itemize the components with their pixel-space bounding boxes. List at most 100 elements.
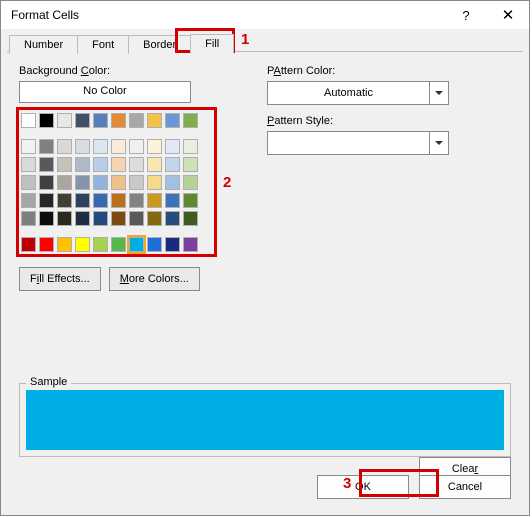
color-swatch[interactable] (165, 157, 180, 172)
color-swatch[interactable] (147, 139, 162, 154)
color-swatch[interactable] (183, 211, 198, 226)
help-button[interactable]: ? (445, 1, 487, 29)
no-color-button[interactable]: No Color (19, 81, 191, 103)
sample-groupbox: Sample (19, 383, 511, 457)
more-colors-button[interactable]: More Colors... (109, 267, 200, 291)
color-swatch[interactable] (75, 175, 90, 190)
color-swatch[interactable] (183, 157, 198, 172)
color-swatch[interactable] (57, 113, 72, 128)
chevron-down-icon (429, 82, 448, 104)
color-swatch[interactable] (93, 237, 108, 252)
pattern-color-combo[interactable]: Automatic (267, 81, 449, 105)
color-swatch[interactable] (39, 211, 54, 226)
color-swatch[interactable] (39, 157, 54, 172)
color-swatch[interactable] (147, 113, 162, 128)
color-swatch[interactable] (21, 157, 36, 172)
color-swatch[interactable] (129, 175, 144, 190)
color-swatch[interactable] (129, 139, 144, 154)
color-swatch[interactable] (183, 113, 198, 128)
color-swatch[interactable] (21, 237, 36, 252)
color-swatch[interactable] (129, 237, 144, 252)
color-swatch[interactable] (39, 139, 54, 154)
color-swatch[interactable] (57, 139, 72, 154)
chevron-down-icon (429, 132, 448, 154)
color-swatch[interactable] (147, 211, 162, 226)
color-swatch[interactable] (21, 175, 36, 190)
color-swatch[interactable] (111, 139, 126, 154)
dialog-buttons: OK Cancel (317, 475, 511, 499)
color-swatch[interactable] (21, 211, 36, 226)
color-swatch[interactable] (111, 211, 126, 226)
color-swatch[interactable] (93, 175, 108, 190)
color-swatch[interactable] (21, 139, 36, 154)
color-swatch[interactable] (129, 113, 144, 128)
color-swatch[interactable] (57, 211, 72, 226)
color-swatch[interactable] (75, 211, 90, 226)
color-swatch[interactable] (111, 193, 126, 208)
color-swatch[interactable] (57, 175, 72, 190)
color-swatch[interactable] (39, 113, 54, 128)
color-swatch[interactable] (111, 113, 126, 128)
right-column: PAttern Color: Automatic Pattern Style: (267, 65, 497, 155)
pattern-color-label: PAttern Color: (267, 65, 497, 77)
tab-number[interactable]: Number (9, 35, 78, 54)
color-swatch[interactable] (165, 211, 180, 226)
color-swatch[interactable] (165, 139, 180, 154)
color-swatch[interactable] (93, 113, 108, 128)
color-swatch[interactable] (39, 193, 54, 208)
color-swatch[interactable] (165, 237, 180, 252)
color-swatch[interactable] (93, 157, 108, 172)
color-swatch[interactable] (129, 211, 144, 226)
sample-preview (26, 390, 504, 450)
pattern-style-label: Pattern Style: (267, 115, 497, 127)
color-swatch[interactable] (183, 237, 198, 252)
color-swatch[interactable] (75, 193, 90, 208)
color-swatch[interactable] (147, 237, 162, 252)
color-swatch[interactable] (183, 175, 198, 190)
fill-effects-button[interactable]: Fill Effects... (19, 267, 101, 291)
tab-content-fill: Background Color: No Color Fill Effects.… (7, 53, 523, 509)
color-swatch[interactable] (111, 237, 126, 252)
color-swatch[interactable] (57, 237, 72, 252)
tab-font[interactable]: Font (77, 35, 129, 54)
color-swatch[interactable] (147, 157, 162, 172)
color-swatch[interactable] (21, 193, 36, 208)
color-swatch[interactable] (111, 175, 126, 190)
sample-label: Sample (26, 376, 71, 388)
color-swatch[interactable] (165, 113, 180, 128)
color-swatch[interactable] (111, 157, 126, 172)
color-swatch[interactable] (129, 157, 144, 172)
color-swatch[interactable] (93, 211, 108, 226)
color-swatch[interactable] (75, 139, 90, 154)
color-swatch[interactable] (93, 139, 108, 154)
color-swatch[interactable] (147, 175, 162, 190)
color-swatch[interactable] (57, 157, 72, 172)
color-swatch[interactable] (147, 193, 162, 208)
tab-strip: NumberFontBorderFill (1, 31, 529, 53)
cancel-button[interactable]: Cancel (419, 475, 511, 499)
color-swatch[interactable] (75, 113, 90, 128)
sample-area: Sample (19, 369, 511, 457)
color-swatch[interactable] (75, 237, 90, 252)
ok-button[interactable]: OK (317, 475, 409, 499)
pattern-style-combo[interactable] (267, 131, 449, 155)
color-swatch[interactable] (21, 113, 36, 128)
color-swatch[interactable] (39, 237, 54, 252)
pattern-color-value: Automatic (268, 87, 429, 99)
color-swatch[interactable] (183, 139, 198, 154)
tab-border[interactable]: Border (128, 35, 191, 54)
color-swatch[interactable] (129, 193, 144, 208)
color-swatch[interactable] (75, 157, 90, 172)
color-swatch[interactable] (57, 193, 72, 208)
window-title: Format Cells (11, 8, 445, 22)
close-button[interactable]: ✕ (487, 1, 529, 29)
color-swatch[interactable] (165, 193, 180, 208)
color-swatch[interactable] (39, 175, 54, 190)
color-swatch[interactable] (93, 193, 108, 208)
format-cells-dialog: Format Cells ? ✕ NumberFontBorderFill Ba… (0, 0, 530, 516)
tab-fill[interactable]: Fill (190, 34, 234, 54)
left-column: Background Color: No Color Fill Effects.… (19, 65, 239, 291)
color-swatch[interactable] (183, 193, 198, 208)
background-color-label: Background Color: (19, 65, 239, 77)
color-swatch[interactable] (165, 175, 180, 190)
